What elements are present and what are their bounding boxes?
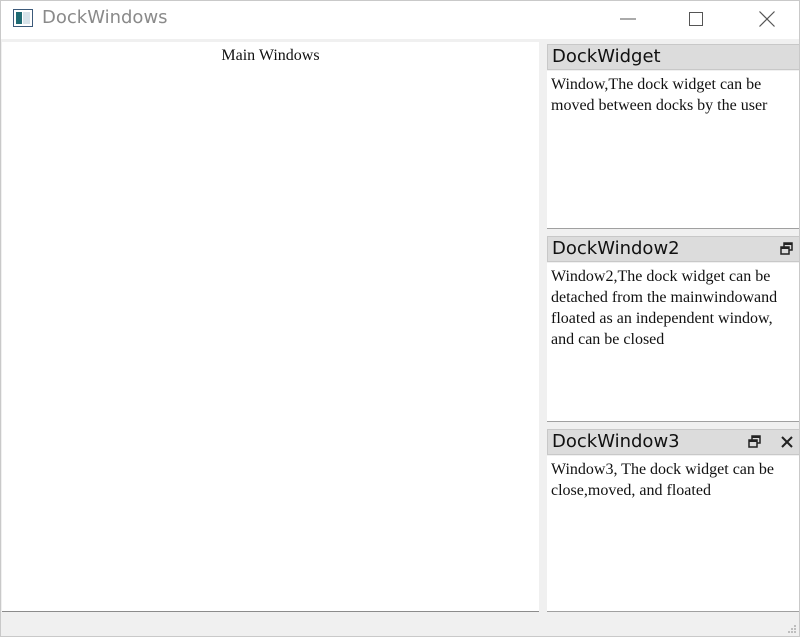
size-grip-icon[interactable]: [787, 624, 797, 634]
dock-widget-3: DockWindow3 Window3, The dock widget can…: [546, 429, 799, 612]
dock-title-bar[interactable]: DockWidget: [547, 44, 799, 70]
dock-close-button[interactable]: [779, 434, 795, 450]
dock-title-bar[interactable]: DockWindow2: [547, 236, 799, 262]
dock-title: DockWidget: [552, 46, 661, 67]
minimize-icon: [620, 18, 636, 20]
dock-splitter[interactable]: [539, 42, 546, 612]
dock-text: Window,The dock widget can be moved betw…: [551, 76, 768, 114]
close-icon: [759, 11, 775, 27]
main-window: DockWindows Main Windows DockWidget Wind…: [0, 0, 800, 637]
dock-content[interactable]: Window,The dock widget can be moved betw…: [547, 71, 799, 229]
dock-content[interactable]: Window2,The dock widget can be detached …: [547, 263, 799, 422]
dock-title-bar[interactable]: DockWindow3: [547, 429, 799, 455]
maximize-icon: [689, 12, 703, 26]
maximize-button[interactable]: [674, 1, 720, 37]
dock-widget-1: DockWidget Window,The dock widget can be…: [546, 44, 799, 229]
dock-text: Window3, The dock widget can be close,mo…: [551, 461, 778, 499]
float-icon: [780, 242, 793, 255]
close-icon: [781, 436, 793, 448]
dock-widget-2: DockWindow2 Window2,The dock widget can …: [546, 236, 799, 422]
minimize-button[interactable]: [605, 1, 651, 37]
dock-float-button[interactable]: [779, 241, 795, 257]
central-widget[interactable]: Main Windows: [2, 42, 539, 612]
app-icon: [13, 9, 33, 27]
central-label: Main Windows: [221, 47, 320, 64]
dock-float-button[interactable]: [747, 434, 763, 450]
status-bar: [1, 613, 799, 636]
close-button[interactable]: [744, 1, 790, 37]
dock-content[interactable]: Window3, The dock widget can be close,mo…: [547, 456, 799, 612]
dock-title: DockWindow2: [552, 238, 680, 259]
float-icon: [748, 435, 761, 448]
window-title: DockWindows: [42, 7, 168, 28]
dock-text: Window2,The dock widget can be detached …: [551, 268, 782, 348]
title-bar[interactable]: DockWindows: [1, 1, 799, 39]
dock-title: DockWindow3: [552, 431, 680, 452]
